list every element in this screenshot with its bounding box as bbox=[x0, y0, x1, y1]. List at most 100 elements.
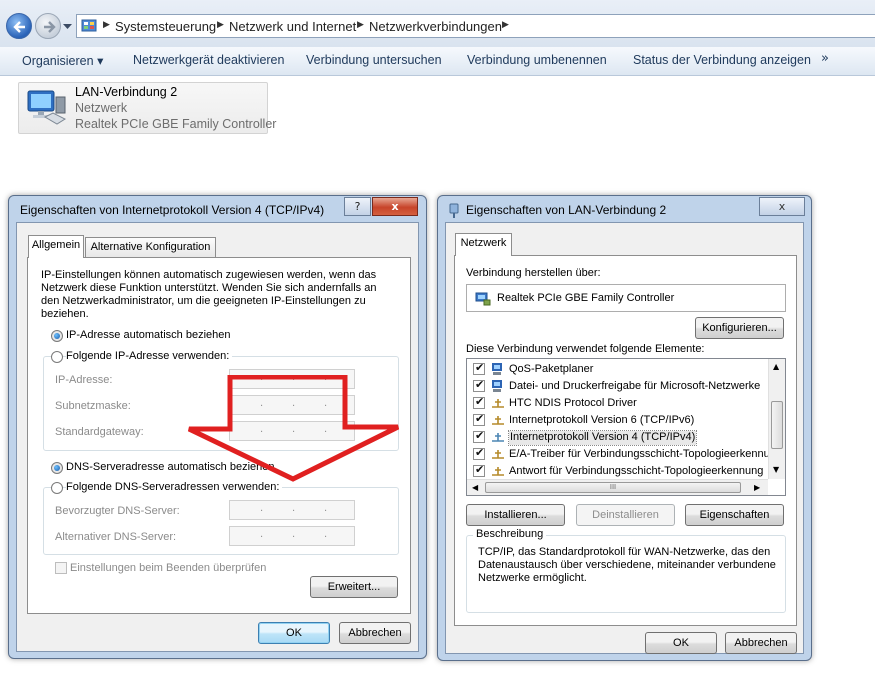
item-label: E/A-Treiber für Verbindungsschicht-Topol… bbox=[509, 448, 782, 460]
advanced-button[interactable]: Erweitert... bbox=[310, 576, 398, 598]
breadcrumb-network-internet[interactable]: Netzwerk und Internet bbox=[229, 19, 356, 34]
item-label: Antwort für Verbindungsschicht-Topologie… bbox=[509, 465, 764, 477]
item-label: Internetprotokoll Version 4 (TCP/IPv4) bbox=[507, 430, 698, 446]
arrow-right-icon bbox=[44, 21, 56, 33]
item-label: Datei- und Druckerfreigabe für Microsoft… bbox=[509, 380, 761, 392]
tab-general[interactable]: Allgemein bbox=[28, 235, 84, 258]
preferred-dns-label: Bevorzugter DNS-Server: bbox=[55, 505, 180, 517]
properties-button[interactable]: Eigenschaften bbox=[685, 504, 784, 526]
item-label: QoS-Paketplaner bbox=[509, 363, 594, 375]
cancel-button[interactable]: Abbrechen bbox=[339, 622, 411, 644]
close-button[interactable]: x bbox=[759, 197, 805, 216]
scroll-left-icon[interactable]: ◀ bbox=[472, 483, 478, 492]
validate-on-exit-checkbox[interactable] bbox=[55, 562, 67, 574]
breadcrumb-separator[interactable]: ▶ bbox=[502, 20, 509, 30]
adapter-field: Realtek PCIe GBE Family Controller bbox=[466, 284, 786, 312]
recent-pages-dropdown-icon[interactable] bbox=[63, 22, 72, 31]
uninstall-button[interactable]: Deinstallieren bbox=[576, 504, 675, 526]
lan-properties-dialog: Eigenschaften von LAN-Verbindung 2 x Net… bbox=[437, 195, 812, 661]
alternate-dns-field[interactable]: ... bbox=[229, 526, 355, 546]
forward-button[interactable] bbox=[35, 13, 61, 39]
adapter-network: Netzwerk bbox=[75, 101, 128, 115]
subnet-mask-label: Subnetzmaske: bbox=[55, 400, 131, 412]
ip-manual-radio[interactable] bbox=[51, 351, 63, 363]
breadcrumb-network-connections[interactable]: Netzwerkverbindungen bbox=[369, 19, 502, 34]
protocol-icon bbox=[492, 433, 504, 442]
ip-address-label: IP-Adresse: bbox=[55, 374, 113, 386]
red-arrow-annotation bbox=[187, 375, 400, 482]
preferred-dns-field[interactable]: ... bbox=[229, 500, 355, 520]
file-sharing-checkbox[interactable] bbox=[473, 378, 485, 392]
protocol-icon bbox=[492, 450, 504, 459]
lltd-mapper-checkbox[interactable] bbox=[473, 446, 485, 460]
tab-network[interactable]: Netzwerk bbox=[455, 233, 512, 256]
adapter-name: Realtek PCIe GBE Family Controller bbox=[497, 292, 675, 304]
address-field[interactable]: ▶ Systemsteuerung ▶ Netzwerk und Interne… bbox=[76, 14, 875, 38]
dns-auto-radio[interactable] bbox=[51, 462, 63, 474]
description-line-1: TCP/IP, das Standardprotokoll für WAN-Ne… bbox=[478, 546, 771, 558]
alternate-dns-label: Alternativer DNS-Server: bbox=[55, 531, 177, 543]
dns-manual-radio[interactable] bbox=[51, 482, 63, 494]
more-commands-button[interactable]: » bbox=[821, 51, 829, 66]
view-status-button[interactable]: Status der Verbindung anzeigen bbox=[633, 53, 811, 67]
item-label: HTC NDIS Protocol Driver bbox=[509, 397, 637, 409]
ipv4-checkbox[interactable] bbox=[473, 429, 485, 443]
intro-line-1: IP-Einstellungen können automatisch zuge… bbox=[41, 269, 377, 281]
scroll-thumb[interactable] bbox=[771, 401, 783, 449]
service-icon bbox=[492, 363, 502, 375]
ip-auto-radio[interactable] bbox=[51, 330, 63, 342]
back-button[interactable] bbox=[6, 13, 32, 39]
ip-manual-label[interactable]: Folgende IP-Adresse verwenden: bbox=[66, 350, 233, 364]
address-bar-area: ▶ Systemsteuerung ▶ Netzwerk und Interne… bbox=[0, 0, 875, 47]
description-line-2: Datenaustausch über verschiedene, mitein… bbox=[478, 559, 776, 571]
ok-button[interactable]: OK bbox=[645, 632, 717, 654]
components-list[interactable]: QoS-Paketplaner Datei- und Druckerfreiga… bbox=[466, 358, 786, 496]
protocol-icon bbox=[492, 399, 504, 408]
network-tab-panel: Verbindung herstellen über: Realtek PCIe… bbox=[454, 255, 797, 626]
qos-checkbox[interactable] bbox=[473, 361, 485, 375]
htc-ndis-checkbox[interactable] bbox=[473, 395, 485, 409]
adapter-name: LAN-Verbindung 2 bbox=[75, 85, 178, 99]
vertical-scrollbar[interactable]: ▲ ▼ bbox=[768, 359, 785, 479]
breadcrumb-separator[interactable]: ▶ bbox=[103, 20, 110, 30]
diagnose-connection-button[interactable]: Verbindung untersuchen bbox=[306, 53, 442, 67]
ok-button[interactable]: OK bbox=[258, 622, 330, 644]
service-icon bbox=[492, 380, 502, 392]
lltd-responder-checkbox[interactable] bbox=[473, 463, 485, 477]
adapter-tile-lan2[interactable]: LAN-Verbindung 2 Netzwerk Realtek PCIe G… bbox=[18, 82, 276, 134]
close-button[interactable]: x bbox=[372, 197, 418, 216]
scroll-up-icon[interactable]: ▲ bbox=[773, 362, 779, 371]
network-adapter-icon bbox=[475, 292, 491, 306]
ipv6-checkbox[interactable] bbox=[473, 412, 485, 426]
disable-device-button[interactable]: Netzwerkgerät deaktivieren bbox=[133, 53, 284, 67]
connect-using-label: Verbindung herstellen über: bbox=[466, 267, 601, 279]
breadcrumb-control-panel[interactable]: Systemsteuerung bbox=[115, 19, 216, 34]
item-label: Internetprotokoll Version 6 (TCP/IPv6) bbox=[509, 414, 695, 426]
breadcrumb-separator[interactable]: ▶ bbox=[217, 20, 224, 30]
dialog-title: Eigenschaften von LAN-Verbindung 2 bbox=[466, 203, 667, 217]
dialog-title: Eigenschaften von Internetprotokoll Vers… bbox=[20, 203, 325, 217]
intro-line-3: den Netzwerkadministrator, um die geeign… bbox=[41, 295, 366, 307]
ip-auto-label[interactable]: IP-Adresse automatisch beziehen bbox=[66, 329, 230, 343]
configure-button[interactable]: Konfigurieren... bbox=[695, 317, 784, 339]
adapter-device: Realtek PCIe GBE Family Controller bbox=[75, 117, 277, 131]
help-button[interactable]: ? bbox=[344, 197, 371, 216]
scroll-thumb[interactable]: III bbox=[485, 482, 741, 493]
rename-connection-button[interactable]: Verbindung umbenennen bbox=[467, 53, 607, 67]
intro-line-4: beziehen. bbox=[41, 308, 89, 320]
dialog-client-area: Netzwerk Verbindung herstellen über: Rea… bbox=[445, 222, 804, 654]
validate-on-exit-label[interactable]: Einstellungen beim Beenden überprüfen bbox=[70, 562, 266, 576]
scroll-right-icon[interactable]: ▶ bbox=[754, 483, 760, 492]
horizontal-scrollbar[interactable]: ◀ III ▶ bbox=[467, 479, 768, 495]
description-line-3: Netzwerke ermöglicht. bbox=[478, 572, 587, 584]
description-title: Beschreibung bbox=[473, 528, 547, 542]
install-button[interactable]: Installieren... bbox=[466, 504, 565, 526]
cancel-button[interactable]: Abbrechen bbox=[725, 632, 797, 654]
breadcrumb-separator[interactable]: ▶ bbox=[357, 20, 364, 30]
control-panel-icon bbox=[81, 19, 97, 32]
protocol-icon bbox=[492, 467, 504, 476]
scroll-down-icon[interactable]: ▼ bbox=[773, 465, 779, 474]
organize-menu[interactable]: Organisieren ▾ bbox=[22, 53, 103, 68]
tab-alternate-config[interactable]: Alternative Konfiguration bbox=[85, 237, 216, 258]
network-port-icon bbox=[449, 203, 459, 218]
